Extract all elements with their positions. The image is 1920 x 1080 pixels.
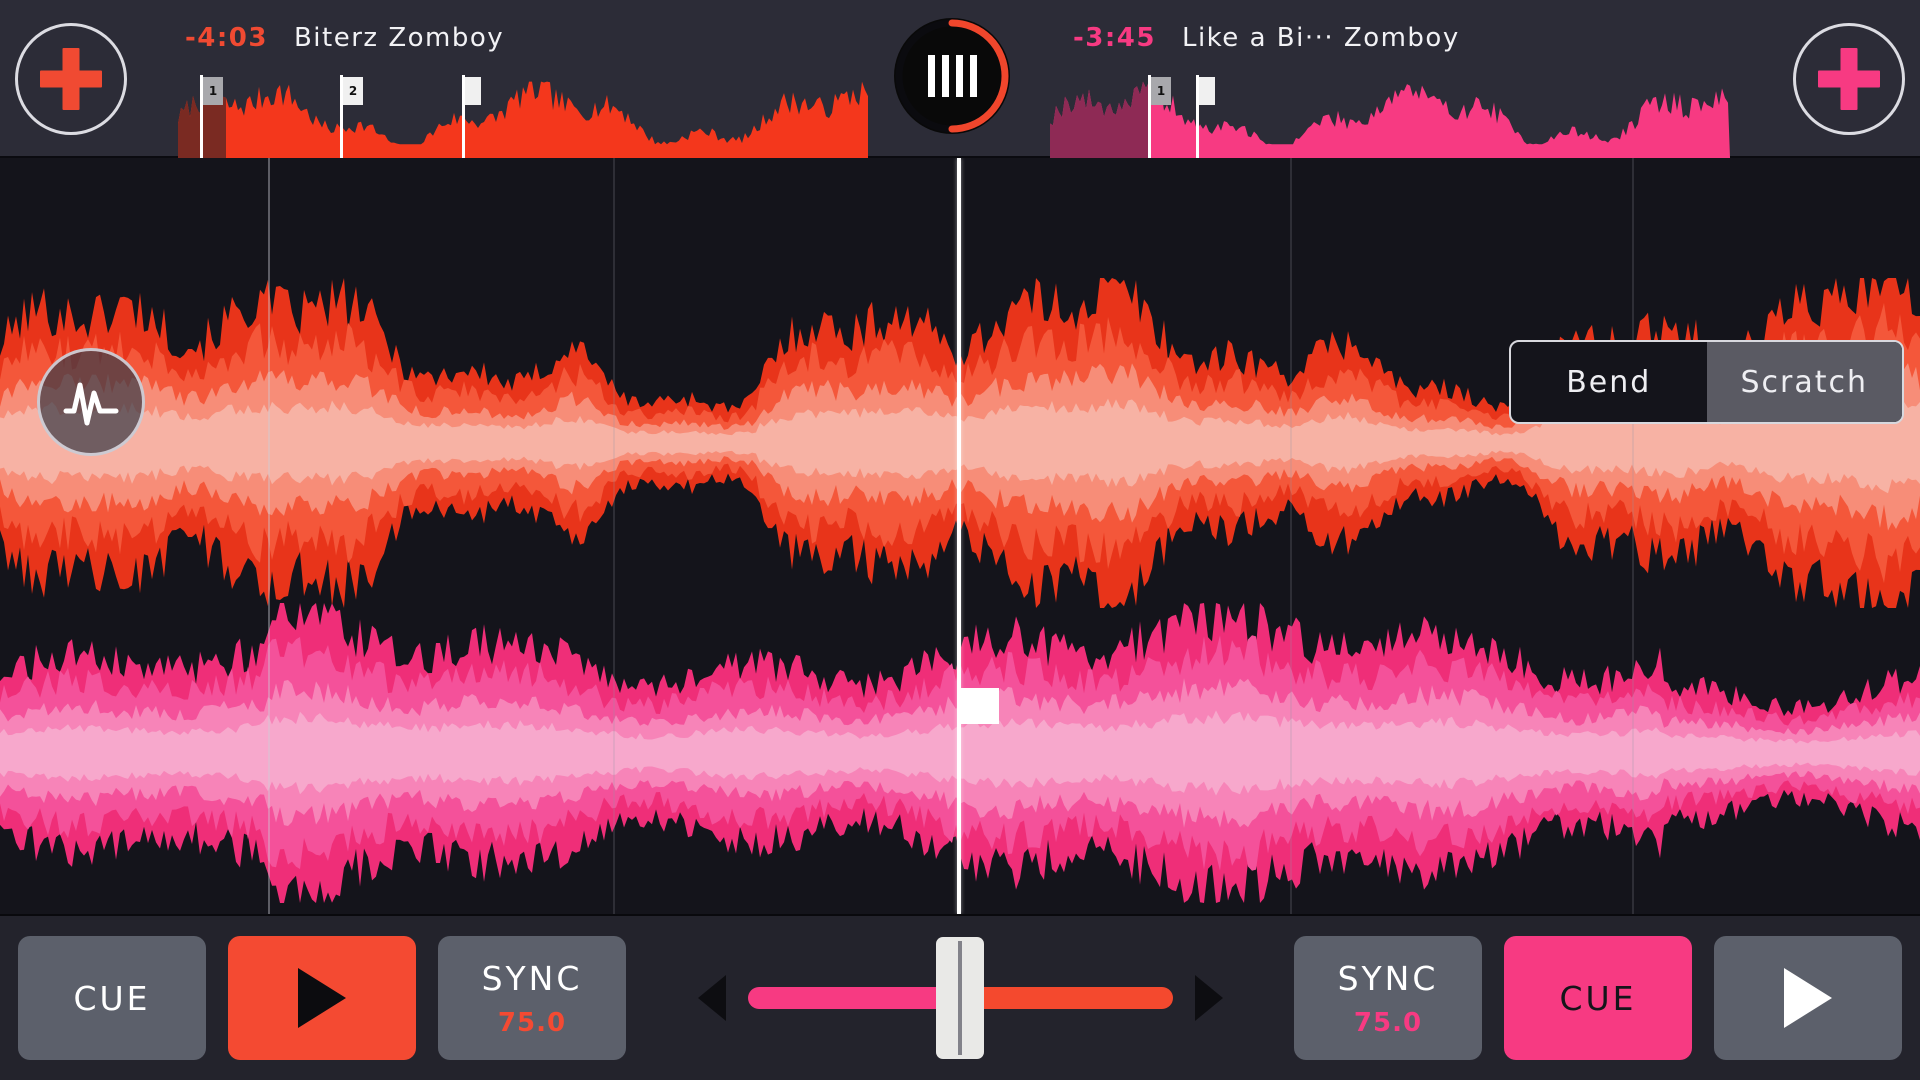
deck-b-cue-marker-1[interactable]: 1 [1148,75,1171,158]
deck-a-sync-button[interactable]: SYNC 75.0 [438,936,626,1060]
deck-a-play-button[interactable] [228,936,416,1060]
cue-marker-label: 2 [343,77,363,105]
deck-a-track-title: Biterz Zomboy [293,23,505,53]
play-icon [298,968,346,1028]
waveform-icon [63,382,119,426]
deck-b-bpm: 75.0 [1353,1007,1423,1038]
deck-b-time-remaining: -3:45 [1073,23,1156,53]
beat-bars-icon [894,18,1010,134]
mode-option-scratch[interactable]: Scratch [1706,342,1902,422]
waveform-zoom-button[interactable] [37,348,145,456]
add-track-left-button[interactable] [15,23,127,135]
beat-grid-line [1290,158,1292,914]
dj-app-root: -4:03 Biterz Zomboy 1 2 -3:45 Like a Bi·… [0,0,1920,1080]
main-waveform-area[interactable]: Bend Scratch [0,158,1920,914]
crossfader-right-fill [960,987,1173,1009]
crossfader[interactable] [626,915,1294,1080]
deck-b-overview-playhead[interactable] [1196,75,1215,158]
playhead-flag [465,77,481,105]
transport-bar: CUE SYNC 75.0 SYNC 75.0 CUE [0,914,1920,1080]
deck-b-overview-waveform[interactable]: 1 [1050,75,1730,158]
header-bar: -4:03 Biterz Zomboy 1 2 -3:45 Like a Bi·… [0,0,1920,158]
add-track-right-button[interactable] [1793,23,1905,135]
crossfader-left-fill [747,987,960,1009]
plus-icon [40,48,102,110]
deck-a-overview-waveform[interactable]: 1 2 [178,75,868,158]
beat-grid-line [613,158,615,914]
main-playhead[interactable] [957,158,961,914]
deck-b-track-title: Like a Bi··· Zomboy [1181,23,1460,53]
deck-a-time-remaining: -4:03 [185,23,268,53]
deck-a-overview-playhead[interactable] [462,75,481,158]
arrow-right-icon[interactable] [1194,975,1223,1021]
deck-a-bpm: 75.0 [497,1007,567,1038]
deck-b-cue-button[interactable]: CUE [1504,936,1692,1060]
deck-a-cue-marker-1[interactable]: 1 [200,75,223,158]
beat-grid-line [1632,158,1634,914]
crossfader-track[interactable] [747,937,1173,1059]
deck-b-meta: -3:45 Like a Bi··· Zomboy [1073,18,1460,58]
sync-label: SYNC [481,958,583,998]
cue-marker-label: 1 [203,77,223,105]
cue-label: CUE [73,978,151,1018]
arrow-left-icon[interactable] [697,975,726,1021]
cue-label: CUE [1559,978,1637,1018]
cue-marker-label: 1 [1151,77,1171,105]
playhead-cue-flag [961,688,999,724]
deck-a-meta: -4:03 Biterz Zomboy [185,18,504,58]
center-transport-button[interactable] [894,18,1010,134]
deck-b-sync-button[interactable]: SYNC 75.0 [1294,936,1482,1060]
mode-option-bend[interactable]: Bend [1511,342,1707,422]
deck-a-overview-svg [178,75,868,158]
deck-a-cue-marker-2[interactable]: 2 [340,75,363,158]
plus-icon [1818,48,1880,110]
beat-grid-line [268,158,270,914]
playhead-flag [1199,77,1215,105]
deck-b-play-button[interactable] [1714,936,1902,1060]
crossfader-handle[interactable] [936,937,984,1059]
deck-a-cue-button[interactable]: CUE [18,936,206,1060]
jog-mode-toggle[interactable]: Bend Scratch [1509,340,1904,424]
sync-label: SYNC [1337,958,1439,998]
play-icon [1784,968,1832,1028]
